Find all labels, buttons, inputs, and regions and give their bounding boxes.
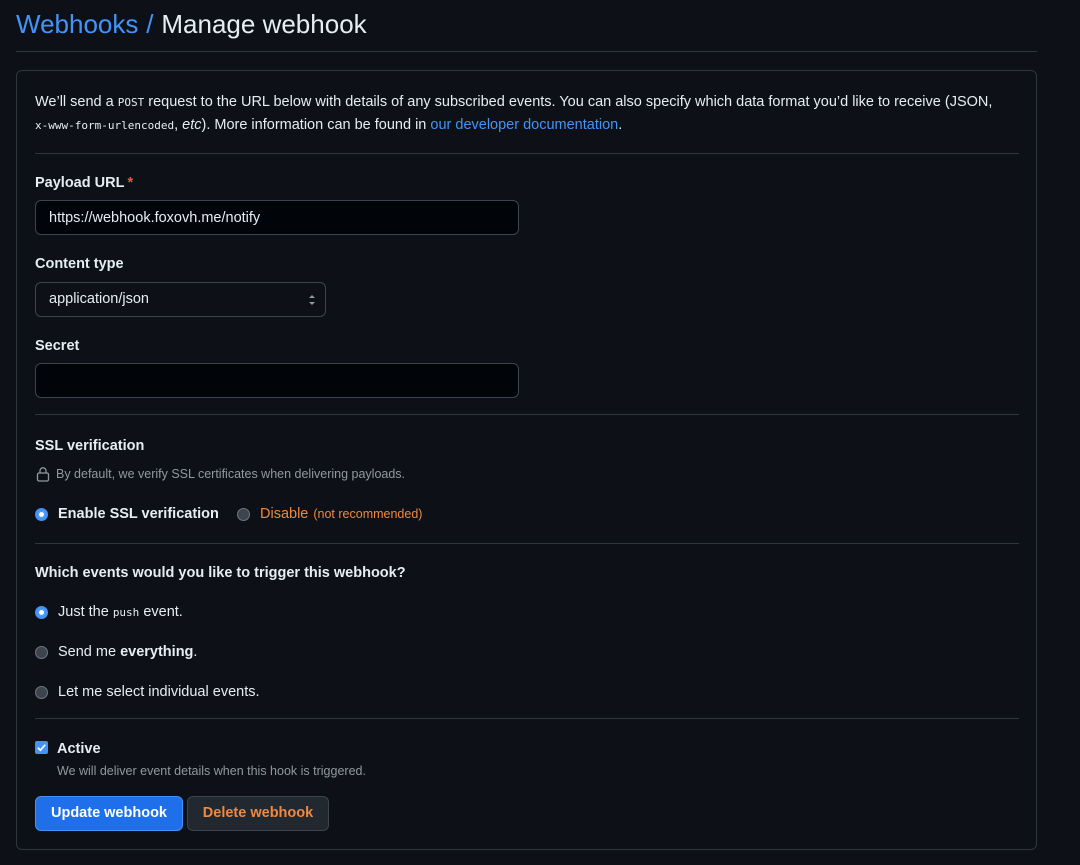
update-webhook-button[interactable]: Update webhook: [35, 796, 183, 831]
events-everything-label: Send me everything.: [58, 644, 198, 660]
events-push-label: Just the push event.: [58, 604, 183, 620]
events-individual-radio[interactable]: [35, 685, 48, 699]
secret-input[interactable]: [35, 363, 519, 398]
content-type-select[interactable]: application/json: [35, 282, 326, 317]
events-push-radio[interactable]: [35, 605, 48, 619]
ssl-enable-radio[interactable]: [35, 507, 48, 521]
ssl-enable-label: Enable SSL verification: [58, 506, 219, 522]
breadcrumb-separator: /: [146, 9, 154, 39]
required-mark: *: [127, 175, 134, 191]
content-type-selected: application/json: [49, 291, 149, 307]
active-note: We will deliver event details when this …: [57, 764, 366, 778]
ssl-disable-radio[interactable]: [237, 507, 250, 521]
delete-webhook-button[interactable]: Delete webhook: [187, 796, 329, 831]
events-option-individual[interactable]: Let me select individual events.: [35, 684, 260, 700]
divider: [35, 718, 1019, 719]
lock-icon: [36, 467, 50, 482]
active-checkbox[interactable]: [35, 741, 48, 754]
post-method-code: POST: [117, 96, 145, 109]
divider: [35, 414, 1019, 415]
ssl-enable-option[interactable]: Enable SSL verification: [35, 506, 219, 522]
select-arrows-icon: [309, 295, 315, 305]
developer-docs-link[interactable]: our developer documentation: [430, 117, 618, 133]
events-option-push[interactable]: Just the push event.: [35, 604, 183, 620]
secret-label: Secret: [35, 338, 80, 354]
content-type-label: Content type: [35, 256, 124, 272]
events-option-everything[interactable]: Send me everything.: [35, 644, 197, 660]
events-question-label: Which events would you like to trigger t…: [35, 565, 406, 581]
ssl-disable-label: Disable: [260, 506, 309, 522]
ssl-disable-option[interactable]: Disable (not recommended): [237, 506, 422, 522]
breadcrumb-webhooks-link[interactable]: Webhooks: [16, 9, 138, 39]
active-label: Active: [57, 741, 101, 757]
ssl-verification-label: SSL verification: [35, 438, 145, 454]
webhook-form: We’ll send a POST request to the URL bel…: [16, 70, 1037, 850]
ssl-disable-note: (not recommended): [313, 507, 423, 521]
payload-url-input[interactable]: [35, 200, 519, 235]
page-title: Manage webhook: [161, 9, 367, 39]
divider: [35, 543, 1019, 544]
checkmark-icon: [37, 744, 46, 752]
payload-url-label: Payload URL *: [35, 175, 134, 191]
divider: [35, 153, 1019, 154]
page-header: Webhooks / Manage webhook: [16, 8, 1037, 52]
format-code: x-www-form-urlencoded: [35, 119, 175, 132]
events-individual-label: Let me select individual events.: [58, 684, 260, 700]
events-everything-radio[interactable]: [35, 645, 48, 659]
intro-text: We’ll send a POST request to the URL bel…: [35, 94, 993, 133]
ssl-hint: By default, we verify SSL certificates w…: [35, 466, 405, 482]
